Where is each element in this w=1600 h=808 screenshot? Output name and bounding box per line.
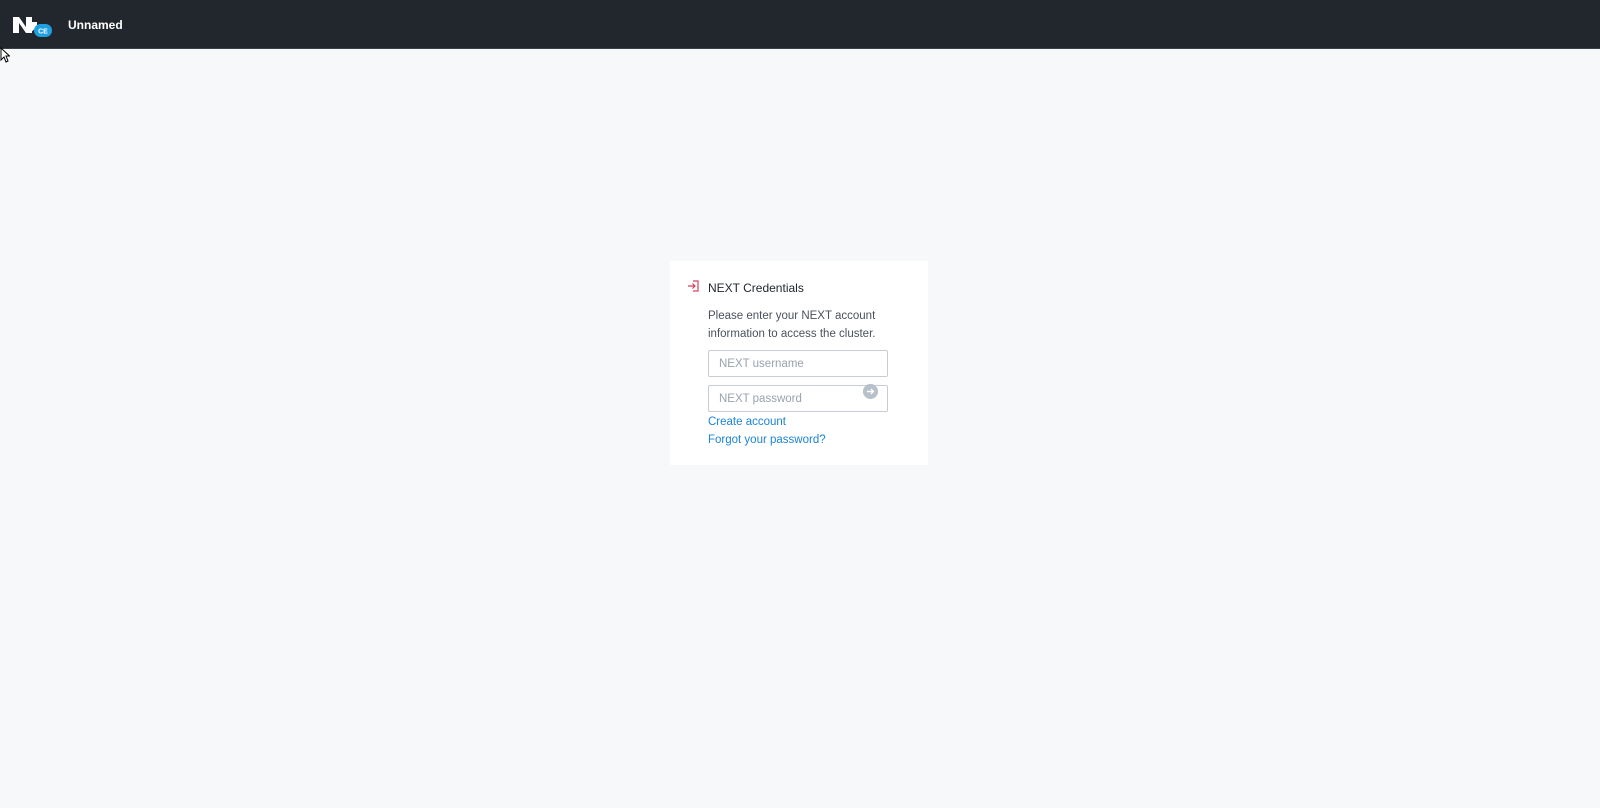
arrow-right-circle-icon[interactable] [863, 384, 878, 399]
username-input[interactable] [708, 350, 888, 377]
card-title: NEXT Credentials [708, 281, 804, 295]
top-navigation-bar: CE Unnamed [0, 0, 1600, 49]
mouse-pointer-icon [0, 47, 10, 63]
password-input[interactable] [708, 385, 888, 412]
login-icon [688, 280, 699, 292]
create-account-link[interactable]: Create account [708, 414, 786, 430]
logo-badge-text: CE [38, 29, 48, 36]
card-description: Please enter your NEXT account informati… [708, 310, 876, 340]
login-card: NEXT Credentials Please enter your NEXT … [670, 261, 928, 465]
forgot-password-link[interactable]: Forgot your password? [708, 432, 826, 448]
nutanix-ce-logo-icon[interactable]: CE [13, 16, 55, 38]
cluster-name: Unnamed [68, 18, 123, 32]
